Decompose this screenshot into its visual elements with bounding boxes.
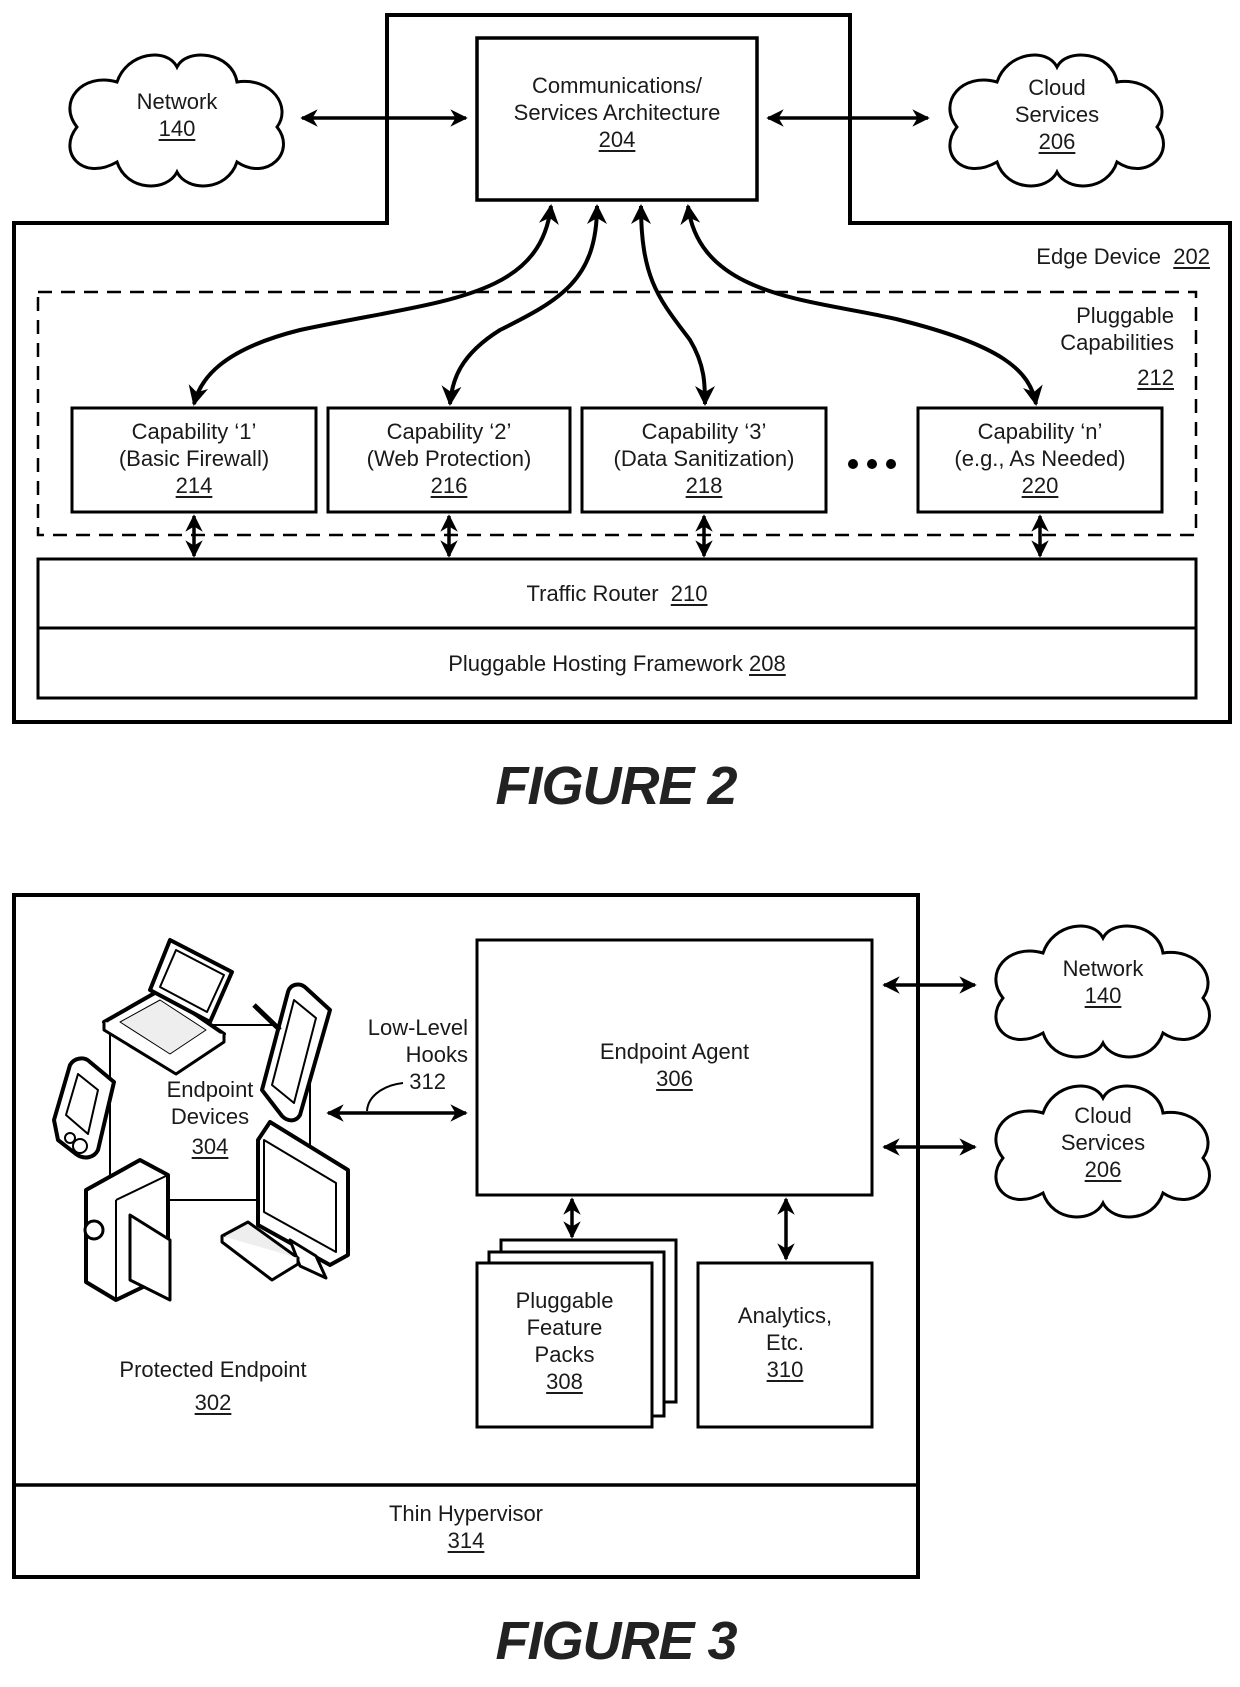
cloud-services-fig3: Cloud Services 206 [1023, 1102, 1183, 1183]
capability-2-label: Capability ‘2’ (Web Protection) 216 [328, 418, 570, 499]
cloud-label: Cloud [1028, 75, 1086, 100]
endpoint-devices-label: Endpoint Devices 304 [150, 1076, 270, 1160]
capability-desc: (Data Sanitization) [613, 446, 795, 471]
laptop-icon [102, 938, 234, 1076]
ellipsis-dot [848, 459, 858, 469]
camcorder-icon [83, 1158, 172, 1302]
cloud-services-fig2: Cloud Services 206 [977, 74, 1137, 155]
pluggable-capabilities-line2: Capabilities [1060, 330, 1174, 355]
hooks-line2: Hooks [405, 1042, 468, 1067]
thin-hypervisor-ref: 314 [447, 1528, 485, 1553]
network-ref: 140 [1084, 983, 1122, 1008]
edge-device-label: Edge Device 202 [900, 243, 1210, 270]
analytics-line2: Etc. [766, 1330, 804, 1355]
capability-ref: 220 [1021, 473, 1059, 498]
edge-device-text: Edge Device [1036, 244, 1162, 269]
comm-arch-ref: 204 [598, 127, 636, 152]
capability-title: Capability ‘1’ [131, 419, 257, 444]
capability-desc: (Web Protection) [366, 446, 532, 471]
thin-hypervisor-label: Thin Hypervisor 314 [14, 1500, 918, 1554]
capability-title: Capability ‘n’ [977, 419, 1103, 444]
network-cloud-fig3: Network 140 [1023, 955, 1183, 1009]
endpoint-agent-text: Endpoint Agent [599, 1039, 750, 1064]
feature-packs-line3: Packs [534, 1342, 595, 1367]
network-label: Network [1062, 956, 1144, 981]
pluggable-capabilities-line1: Pluggable [1076, 303, 1174, 328]
analytics-line1: Analytics, [737, 1303, 833, 1328]
cloud-services-ref: 206 [1084, 1157, 1122, 1182]
capability-ref: 216 [430, 473, 468, 498]
cloud-services-ref: 206 [1038, 129, 1076, 154]
endpoint-devices-line2: Devices [170, 1104, 250, 1129]
pluggable-capabilities-label: Pluggable Capabilities 212 [1000, 302, 1174, 391]
hooks-ref: 312 [409, 1069, 446, 1094]
endpoint-devices-line1: Endpoint [166, 1077, 254, 1102]
endpoint-agent-ref: 306 [656, 1066, 693, 1091]
arrow-comm-cap1 [188, 204, 559, 406]
feature-packs-line1: Pluggable [515, 1288, 614, 1313]
ellipsis-dot [886, 459, 896, 469]
capability-1-label: Capability ‘1’ (Basic Firewall) 214 [72, 418, 316, 499]
traffic-router-ref: 210 [670, 581, 708, 606]
ellipsis-dot [867, 459, 877, 469]
capability-desc: (e.g., As Needed) [954, 446, 1126, 471]
hosting-framework-text: Pluggable Hosting Framework [448, 651, 743, 676]
protected-endpoint-label: Protected Endpoint 302 [80, 1356, 346, 1416]
analytics-label: Analytics, Etc. 310 [698, 1302, 872, 1383]
capability-desc: (Basic Firewall) [118, 446, 270, 471]
capability-ref: 218 [685, 473, 723, 498]
protected-endpoint-ref: 302 [194, 1390, 232, 1415]
feature-packs-ref: 308 [546, 1369, 583, 1394]
analytics-ref: 310 [766, 1357, 804, 1382]
traffic-router-text: Traffic Router [526, 581, 659, 606]
comm-arch-label: Communications/ Services Architecture 20… [477, 72, 757, 153]
pluggable-capabilities-ref: 212 [1137, 365, 1174, 390]
hooks-line1: Low-Level [367, 1015, 468, 1040]
network-label: Network [136, 89, 218, 114]
capability-ref: 214 [175, 473, 213, 498]
pda-icon [52, 1056, 116, 1160]
cloud-label: Cloud [1074, 1103, 1132, 1128]
arrow-comm-capn [680, 204, 1043, 406]
figure-2-caption: FIGURE 2 [495, 756, 737, 816]
endpoint-devices-ref: 304 [191, 1134, 229, 1159]
feature-packs-label: Pluggable Feature Packs 308 [477, 1287, 652, 1395]
edge-device-ref: 202 [1173, 244, 1210, 269]
protected-endpoint-text: Protected Endpoint [119, 1357, 307, 1382]
endpoint-agent-label: Endpoint Agent 306 [477, 1038, 872, 1092]
traffic-router-label: Traffic Router 210 [38, 580, 1196, 607]
capability-title: Capability ‘3’ [641, 419, 767, 444]
feature-packs-line2: Feature [526, 1315, 603, 1340]
hosting-framework-label: Pluggable Hosting Framework 208 [38, 650, 1196, 677]
capability-n-label: Capability ‘n’ (e.g., As Needed) 220 [918, 418, 1162, 499]
comm-arch-line2: Services Architecture [513, 100, 721, 125]
low-level-hooks-label: Low-Level Hooks 312 [330, 1014, 468, 1095]
hosting-framework-ref: 208 [749, 651, 786, 676]
network-ref: 140 [158, 116, 196, 141]
capability-title: Capability ‘2’ [386, 419, 512, 444]
thin-hypervisor-text: Thin Hypervisor [388, 1501, 544, 1526]
comm-arch-line1: Communications/ [532, 73, 702, 98]
network-cloud-fig2: Network 140 [97, 88, 257, 142]
arrow-comm-cap2 [441, 204, 607, 406]
services-label: Services [1014, 102, 1100, 127]
services-label: Services [1060, 1130, 1146, 1155]
figure-3-caption: FIGURE 3 [495, 1611, 737, 1671]
capability-3-label: Capability ‘3’ (Data Sanitization) 218 [582, 418, 826, 499]
